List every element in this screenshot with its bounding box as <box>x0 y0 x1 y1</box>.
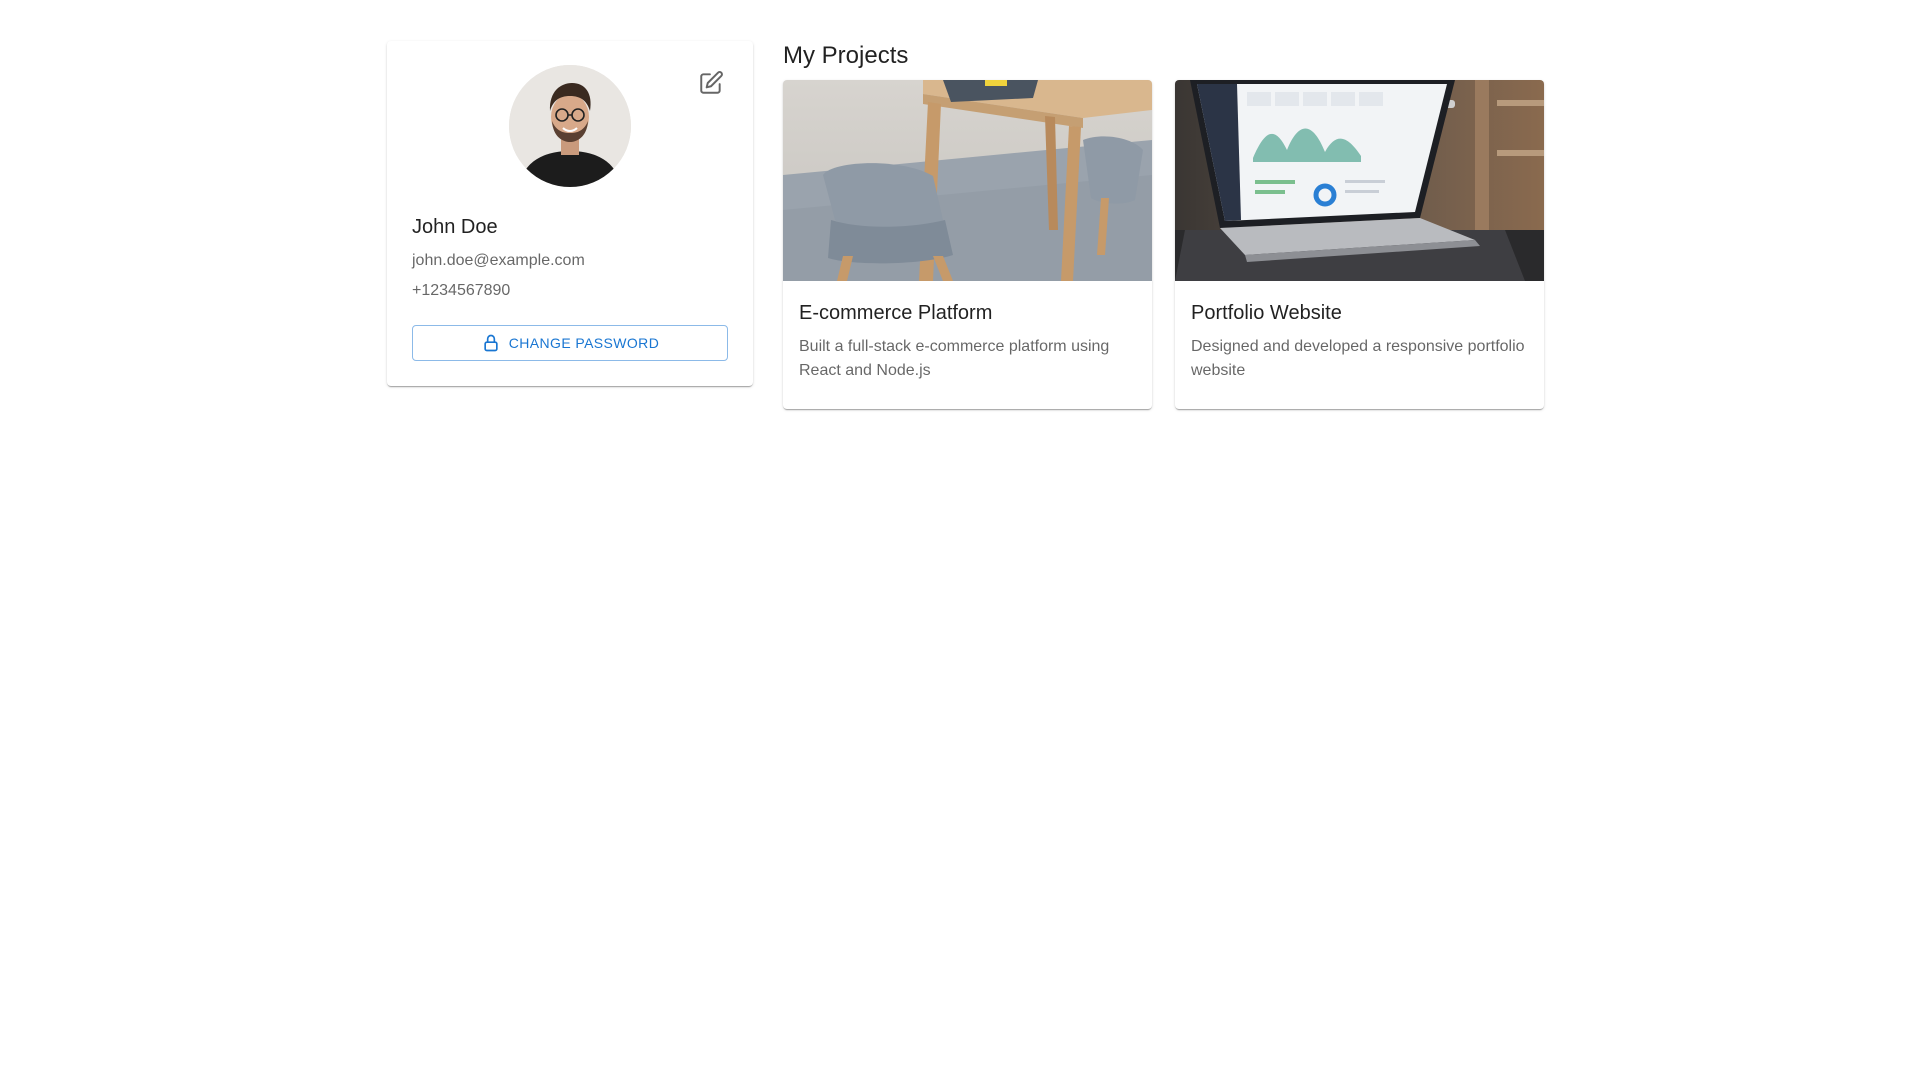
edit-profile-button[interactable] <box>689 61 733 105</box>
project-card-ecommerce[interactable]: E-commerce Platform Built a full-stack e… <box>783 80 1152 409</box>
project-image <box>1175 80 1544 281</box>
profile-card: John Doe john.doe@example.com +123456789… <box>387 41 753 386</box>
profile-email: john.doe@example.com <box>412 252 585 269</box>
page: John Doe john.doe@example.com +123456789… <box>0 0 1920 1080</box>
lock-icon <box>484 334 498 352</box>
avatar <box>509 65 631 187</box>
project-title: E-commerce Platform <box>799 302 993 324</box>
project-title: Portfolio Website <box>1191 302 1342 324</box>
projects-section-title: My Projects <box>783 42 909 69</box>
project-card-portfolio[interactable]: Portfolio Website Designed and developed… <box>1175 80 1544 409</box>
project-description: Built a full-stack e-commerce platform u… <box>799 338 1110 379</box>
project-image <box>783 80 1152 281</box>
profile-phone: +1234567890 <box>412 282 511 299</box>
change-password-button[interactable]: CHANGE PASSWORD <box>412 325 728 361</box>
edit-icon <box>700 71 723 94</box>
project-description: Designed and developed a responsive port… <box>1191 338 1525 379</box>
profile-name: John Doe <box>412 216 498 238</box>
change-password-label: CHANGE PASSWORD <box>508 335 660 351</box>
